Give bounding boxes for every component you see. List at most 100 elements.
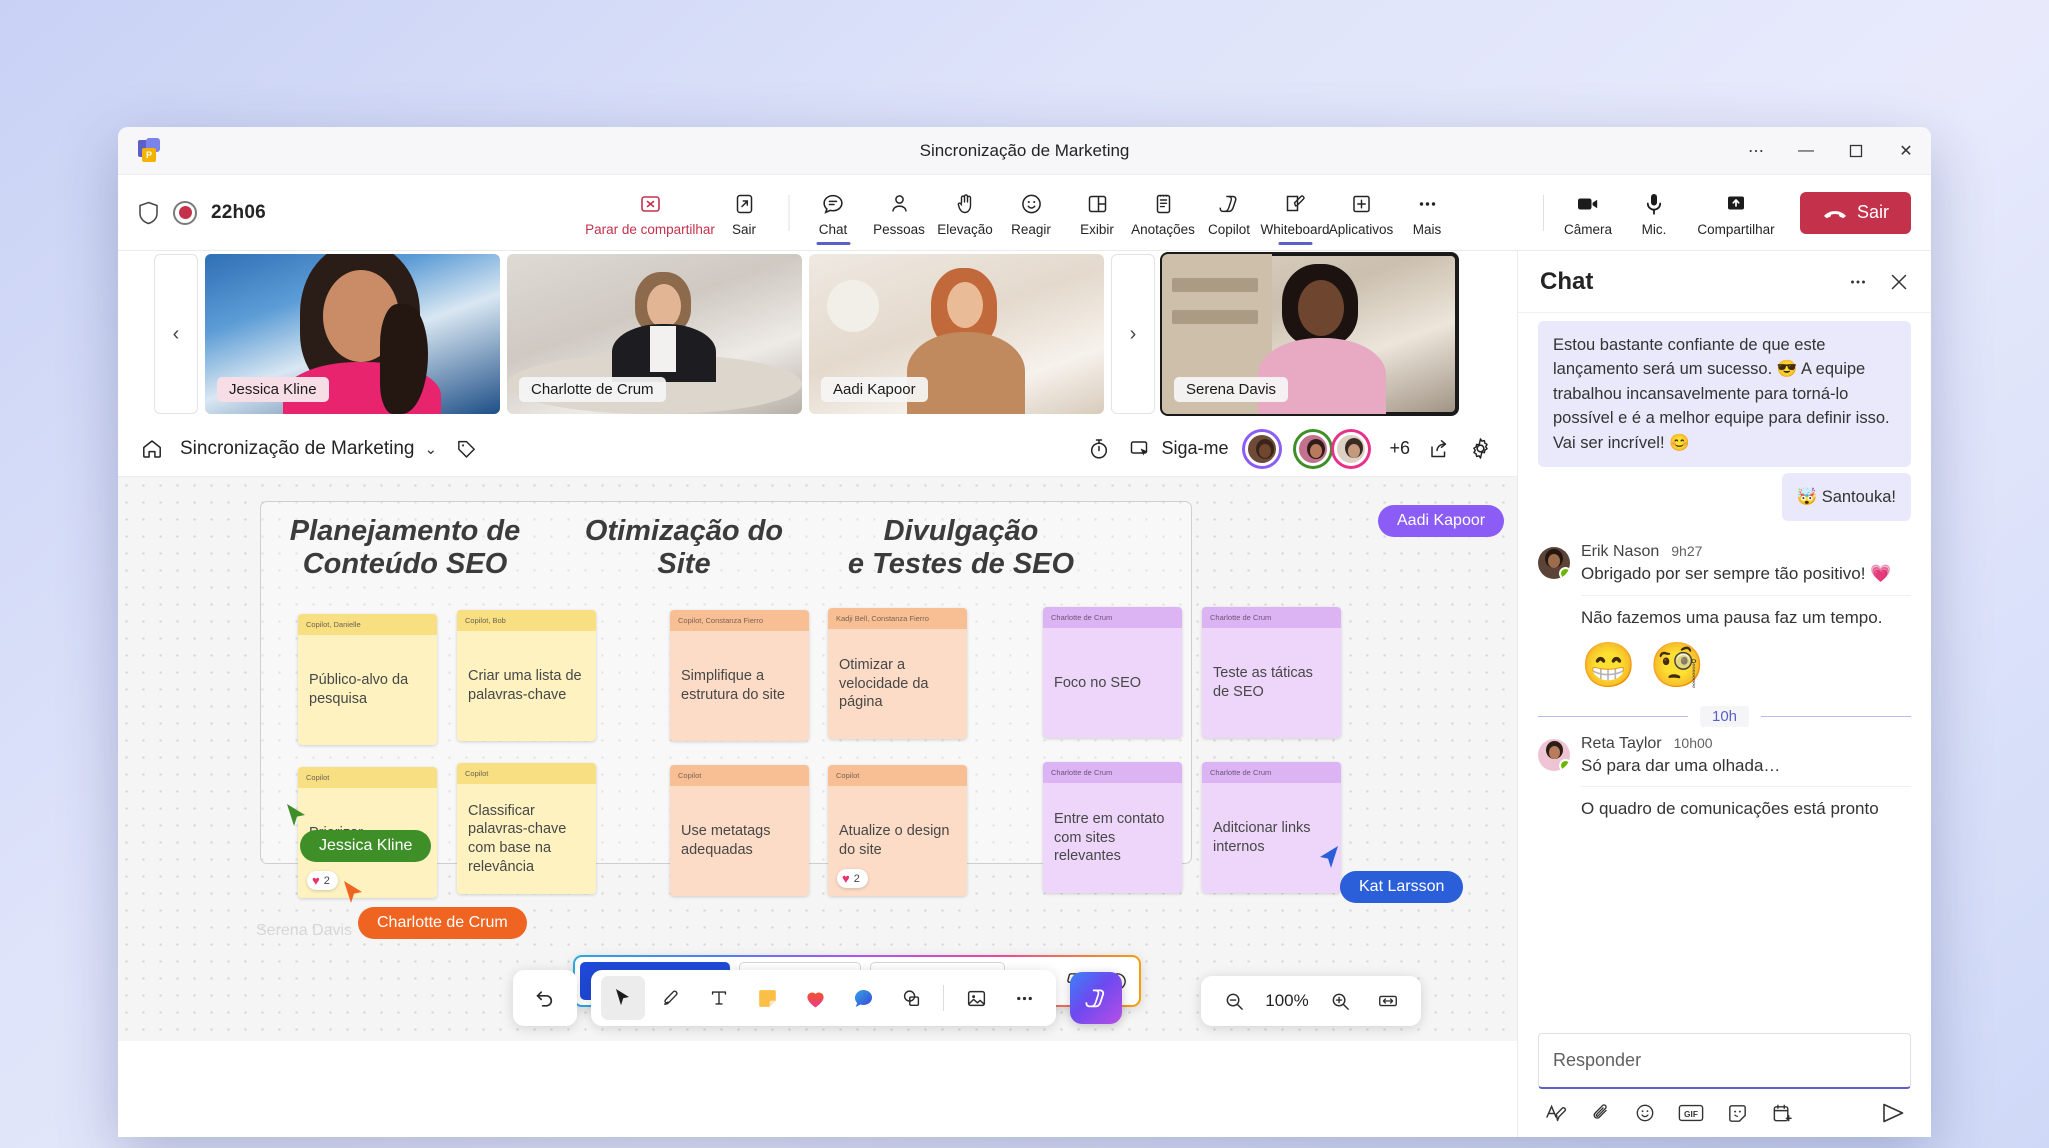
chat-button[interactable]: Chat [801,186,865,245]
sticky-note[interactable]: Copilot, Danielle Público-alvo da pesqui… [298,614,437,745]
schedule-icon[interactable] [1771,1102,1794,1125]
sticky-reaction[interactable]: ♥ 2 [837,869,868,888]
sticky-note[interactable]: Copilot Classificar palavras-chave com b… [457,763,596,894]
react-button[interactable]: Reagir [999,186,1063,239]
more-dots-icon[interactable] [1002,976,1046,1020]
react-smiley-icon [1019,190,1043,218]
pen-icon[interactable] [649,976,693,1020]
sticky-note[interactable]: Charlotte de Crum Entre em contato com s… [1043,762,1182,893]
avatar-participant-1[interactable] [1296,431,1331,466]
sticky-author: Copilot, Bob [457,610,596,631]
notes-button[interactable]: Anotações [1131,186,1195,239]
shapes-icon[interactable] [889,976,933,1020]
leave-meeting-button[interactable]: Sair [1799,191,1911,234]
sticky-note[interactable]: Charlotte de Crum Foco no SEO [1043,607,1182,738]
avatar[interactable] [1538,547,1570,580]
sticky-note[interactable]: Copilot, Bob Criar uma lista de palavras… [457,610,596,741]
chat-emoji-row: 😁 🧐 [1581,643,1911,688]
mic-button[interactable]: Mic. [1622,186,1686,239]
tag-icon[interactable] [455,437,478,460]
column-title-2: Otimização do Site [584,515,784,581]
view-button[interactable]: Exibir [1065,186,1129,239]
home-icon[interactable] [140,437,164,461]
sticky-note[interactable]: Copilot Atualize o design do site ♥ 2 [828,765,967,896]
comment-bubble-icon[interactable] [841,976,885,1020]
toolbar-divider-right [1542,194,1544,231]
video-tile-jessica-kline[interactable]: Jessica Kline [205,254,500,414]
share-button[interactable]: Compartilhar [1688,186,1784,239]
sticky-note[interactable]: Kadji Bell, Constanza Fierro Otimizar a … [828,608,967,739]
copilot-button[interactable]: Copilot [1197,186,1261,239]
chat-message-group: Reta Taylor 10h00 Só para dar uma olhada… [1538,735,1911,821]
sticky-text: Simplifique a estrutura do site [681,668,785,703]
tile-name-label: Charlotte de Crum [519,377,666,402]
attach-clip-icon[interactable] [1590,1102,1612,1124]
raise-hand-button[interactable]: Elevação [933,186,997,239]
fit-width-icon[interactable] [1367,980,1409,1022]
sticky-note[interactable]: Copilot Use metatags adequadas [670,765,809,896]
sticky-author: Charlotte de Crum [1043,607,1182,628]
avatar-overflow-count[interactable]: +6 [1389,438,1410,459]
video-tile-aadi-kapoor[interactable]: Aadi Kapoor [809,254,1104,414]
microphone-icon [1642,190,1666,218]
send-icon[interactable] [1881,1101,1907,1125]
sticky-note[interactable]: Charlotte de Crum Teste as táticas de SE… [1202,607,1341,738]
apps-button[interactable]: Aplicativos [1329,186,1393,239]
stop-sharing-button[interactable]: Parar de compartilhar [585,186,715,239]
copilot-fab-button[interactable] [1070,972,1122,1024]
tile-name-label: Serena Davis [1174,377,1289,402]
heart-reaction-icon[interactable] [793,976,837,1020]
zoom-out-icon[interactable] [1213,980,1255,1022]
sticky-text: Aditcionar links internos [1213,820,1311,855]
sticker-icon[interactable] [1726,1102,1749,1125]
image-icon[interactable] [954,976,998,1020]
whiteboard-canvas[interactable]: Planejamento de Conteúdo SEO Otimização d… [118,477,1517,1041]
avatar[interactable] [1538,738,1570,771]
emoji-icon[interactable] [1634,1102,1656,1124]
camera-label: Câmera [1563,222,1612,237]
chevron-down-icon[interactable]: ⌄ [424,440,437,458]
gif-icon[interactable]: GIF [1678,1103,1704,1123]
more-button[interactable]: Mais [1395,186,1459,239]
sticky-note[interactable]: Copilot, Constanza Fierro Simplifique a … [670,610,809,741]
avatar-participant-2[interactable] [1334,431,1369,466]
camera-icon [1575,190,1601,218]
chat-message-group: Erik Nason 9h27 Obrigado por ser sempre … [1538,543,1911,687]
meeting-timer: 22h06 [211,201,266,223]
text-icon[interactable] [697,976,741,1020]
sticky-note[interactable]: Charlotte de Crum Aditcionar links inter… [1202,762,1341,893]
camera-button[interactable]: Câmera [1556,186,1620,239]
whiteboard-button[interactable]: Whiteboard [1260,186,1330,245]
heart-icon: ♥ [312,873,320,888]
zoom-in-icon[interactable] [1319,980,1361,1022]
more-dots-icon[interactable] [1847,271,1869,293]
sticky-author: Copilot, Danielle [298,614,437,635]
filmstrip-prev-button[interactable]: ‹ [154,254,198,414]
format-text-icon[interactable] [1544,1101,1568,1125]
timer-icon[interactable] [1087,437,1111,461]
people-label: Pessoas [873,222,925,237]
video-tile-charlotte-de-crum[interactable]: Charlotte de Crum [507,254,802,414]
exit-fullscreen-button[interactable]: Sair [712,186,776,239]
sticky-reaction[interactable]: ♥ 2 [307,871,338,890]
sticky-author: Charlotte de Crum [1202,607,1341,628]
copilot-label: Copilot [1207,222,1251,237]
gear-icon[interactable] [1468,436,1493,461]
cursor-select-icon[interactable] [601,976,645,1020]
reply-input[interactable] [1553,1050,1896,1071]
sticky-note-icon[interactable] [745,976,789,1020]
close-icon[interactable] [1889,272,1909,292]
people-button[interactable]: Pessoas [867,186,931,239]
share-label: Compartilhar [1697,222,1775,237]
video-tile-serena-davis[interactable]: Serena Davis [1160,252,1459,416]
zoom-level-label: 100% [1265,991,1309,1010]
sticky-author: Charlotte de Crum [1202,762,1341,783]
reply-box[interactable] [1538,1033,1911,1089]
chat-message-list[interactable]: Estou bastante confiante de que este lan… [1518,313,1931,1033]
follow-me-button[interactable]: Siga-me [1128,437,1228,461]
chat-text: Obrigado por ser sempre tão positivo! 💗 [1581,564,1892,584]
avatar-presenter[interactable] [1245,431,1280,466]
share-arrow-icon[interactable] [1427,437,1451,461]
undo-icon[interactable] [523,976,567,1020]
filmstrip-next-button[interactable]: › [1111,254,1155,414]
